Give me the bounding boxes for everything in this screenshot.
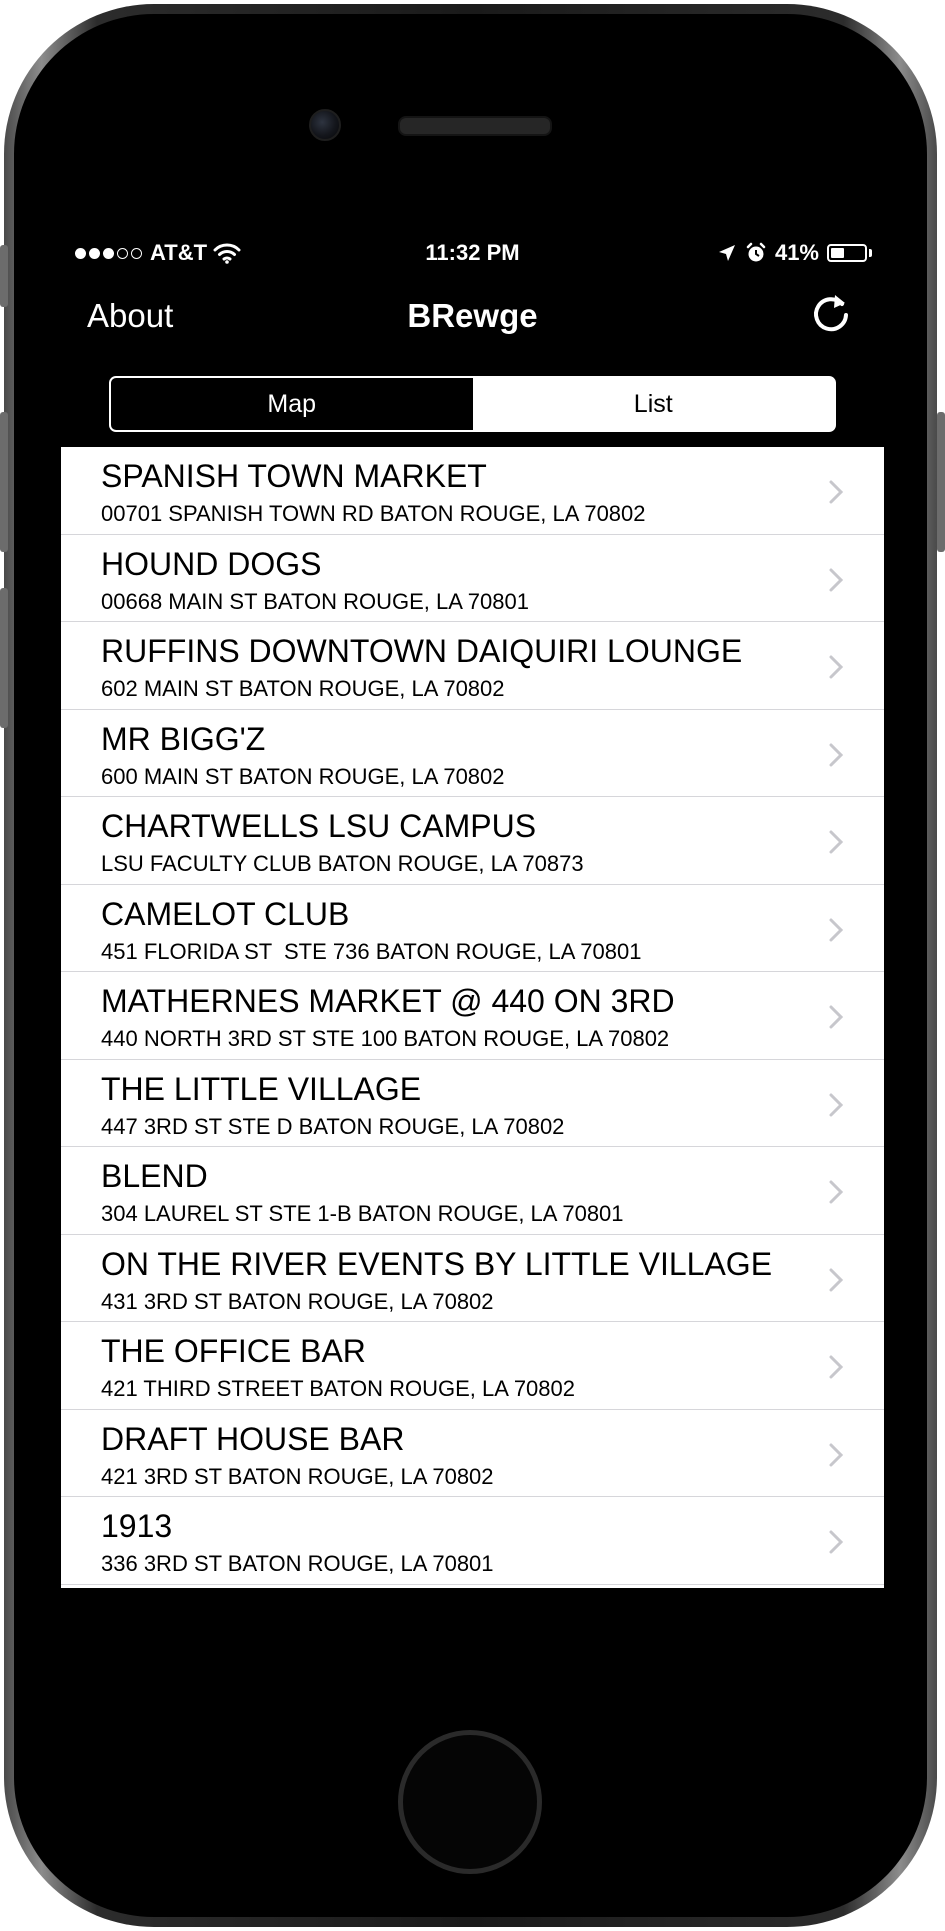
list-item[interactable]: MATHERNES MARKET @ 440 ON 3RD 440 NORTH 3… [61,972,884,1060]
venue-name: SPANISH TOWN MARKET [101,458,487,494]
venue-name: HOUND DOGS [101,545,322,582]
power-button [937,412,945,552]
chevron-right-icon [829,1443,844,1466]
chevron-right-icon [829,568,844,591]
chevron-right-icon [829,743,844,766]
list-item[interactable]: BLEND 304 LAUREL ST STE 1-B BATON ROUGE, … [61,1147,884,1235]
battery-level [831,248,844,258]
refresh-icon[interactable] [808,291,854,337]
venue-address: LSU FACULTY CLUB BATON ROUGE, LA 70873 [101,851,584,876]
venue-address: 00668 MAIN ST BATON ROUGE, LA 70801 [101,588,529,614]
list-item[interactable]: MR BIGG'Z 600 MAIN ST BATON ROUGE, LA 708… [61,710,884,797]
map-list-segmented-control: Map List [109,376,836,432]
venue-name: THE LITTLE VILLAGE [101,1070,422,1107]
alarm-icon [746,242,766,262]
venue-address: 451 FLORIDA ST STE 736 BATON ROUGE, LA 7… [101,938,642,964]
list-item[interactable]: DRAFT HOUSE BAR 421 3RD ST BATON ROUGE, L… [61,1410,884,1497]
chevron-right-icon [829,655,844,679]
screen: AT&T 11:32 PM 41% About BRewge Map List … [61,231,884,1696]
volume-down-button [0,588,8,728]
venue-name: 1913 [101,1508,173,1544]
venue-name: MATHERNES MARKET @ 440 ON 3RD [101,983,675,1019]
location-arrow-icon [718,245,735,261]
nav-title: BRewge [407,297,538,334]
venue-name: ON THE RIVER EVENTS BY LITTLE VILLAGE [101,1245,773,1282]
venue-address: 421 THIRD STREET BATON ROUGE, LA 70802 [101,1376,575,1401]
list-item[interactable]: THE OFFICE BAR 421 THIRD STREET BATON ROU… [61,1322,884,1410]
venue-address: 304 LAUREL ST STE 1-B BATON ROUGE, LA 70… [101,1201,624,1226]
front-camera [309,109,341,141]
volume-up-button [0,412,8,552]
nav-bar: About BRewge [61,275,884,365]
chevron-right-icon [829,830,844,854]
venue-name: MR BIGG'Z [101,720,266,757]
venue-address: 440 NORTH 3RD ST STE 100 BATON ROUGE, LA… [101,1026,670,1051]
venue-list: SPANISH TOWN MARKET 00701 SPANISH TOWN RD… [61,447,884,1588]
earpiece-speaker [398,116,552,136]
list-item[interactable]: HOUND DOGS 00668 MAIN ST BATON ROUGE, LA … [61,535,884,622]
list-item[interactable]: THE LITTLE VILLAGE 447 3RD ST STE D BATON… [61,1060,884,1147]
venue-name: THE OFFICE BAR [101,1333,366,1369]
venue-address: 336 3RD ST BATON ROUGE, LA 70801 [101,1551,494,1576]
venue-name: CAMELOT CLUB [101,895,350,932]
venue-address: 00701 SPANISH TOWN RD BATON ROUGE, LA 70… [101,501,646,526]
list-item[interactable]: RUFFINS DOWNTOWN DAIQUIRI LOUNGE 602 MAIN… [61,622,884,710]
segment-map[interactable]: Map [111,378,473,430]
venue-address: 602 MAIN ST BATON ROUGE, LA 70802 [101,676,505,701]
venue-name: RUFFINS DOWNTOWN DAIQUIRI LOUNGE [101,633,743,669]
venue-address: 421 3RD ST BATON ROUGE, LA 70802 [101,1463,494,1489]
battery-tip [869,249,872,257]
venue-name: DRAFT HOUSE BAR [101,1420,405,1457]
list-item[interactable]: CAMELOT CLUB 451 FLORIDA ST STE 736 BATON… [61,885,884,972]
status-right: 41% [717,240,872,266]
list-item[interactable]: 1913 336 3RD ST BATON ROUGE, LA 70801 [61,1497,884,1585]
chevron-right-icon [829,480,844,504]
segment-list[interactable]: List [472,378,834,430]
list-item[interactable]: ON THE RIVER EVENTS BY LITTLE VILLAGE 431… [61,1235,884,1322]
silent-switch [0,245,8,307]
chevron-right-icon [829,1355,844,1379]
status-bar: AT&T 11:32 PM 41% [61,231,884,275]
chevron-right-icon [829,918,844,941]
list-item[interactable]: SPANISH TOWN MARKET 00701 SPANISH TOWN RD… [61,447,884,535]
venue-address: 431 3RD ST BATON ROUGE, LA 70802 [101,1288,494,1314]
venue-name: CHARTWELLS LSU CAMPUS [101,808,537,844]
venue-address: 600 MAIN ST BATON ROUGE, LA 70802 [101,763,505,789]
home-button[interactable] [398,1730,542,1874]
chevron-right-icon [829,1005,844,1029]
battery-percent: 41% [774,240,819,265]
battery-icon [827,244,867,262]
list-item[interactable]: CHARTWELLS LSU CAMPUS LSU FACULTY CLUB BA… [61,797,884,885]
chevron-right-icon [829,1093,844,1116]
chevron-right-icon [829,1268,844,1291]
venue-address: 447 3RD ST STE D BATON ROUGE, LA 70802 [101,1113,565,1139]
venue-name: BLEND [101,1158,208,1194]
chevron-right-icon [829,1180,844,1204]
chevron-right-icon [829,1530,844,1554]
